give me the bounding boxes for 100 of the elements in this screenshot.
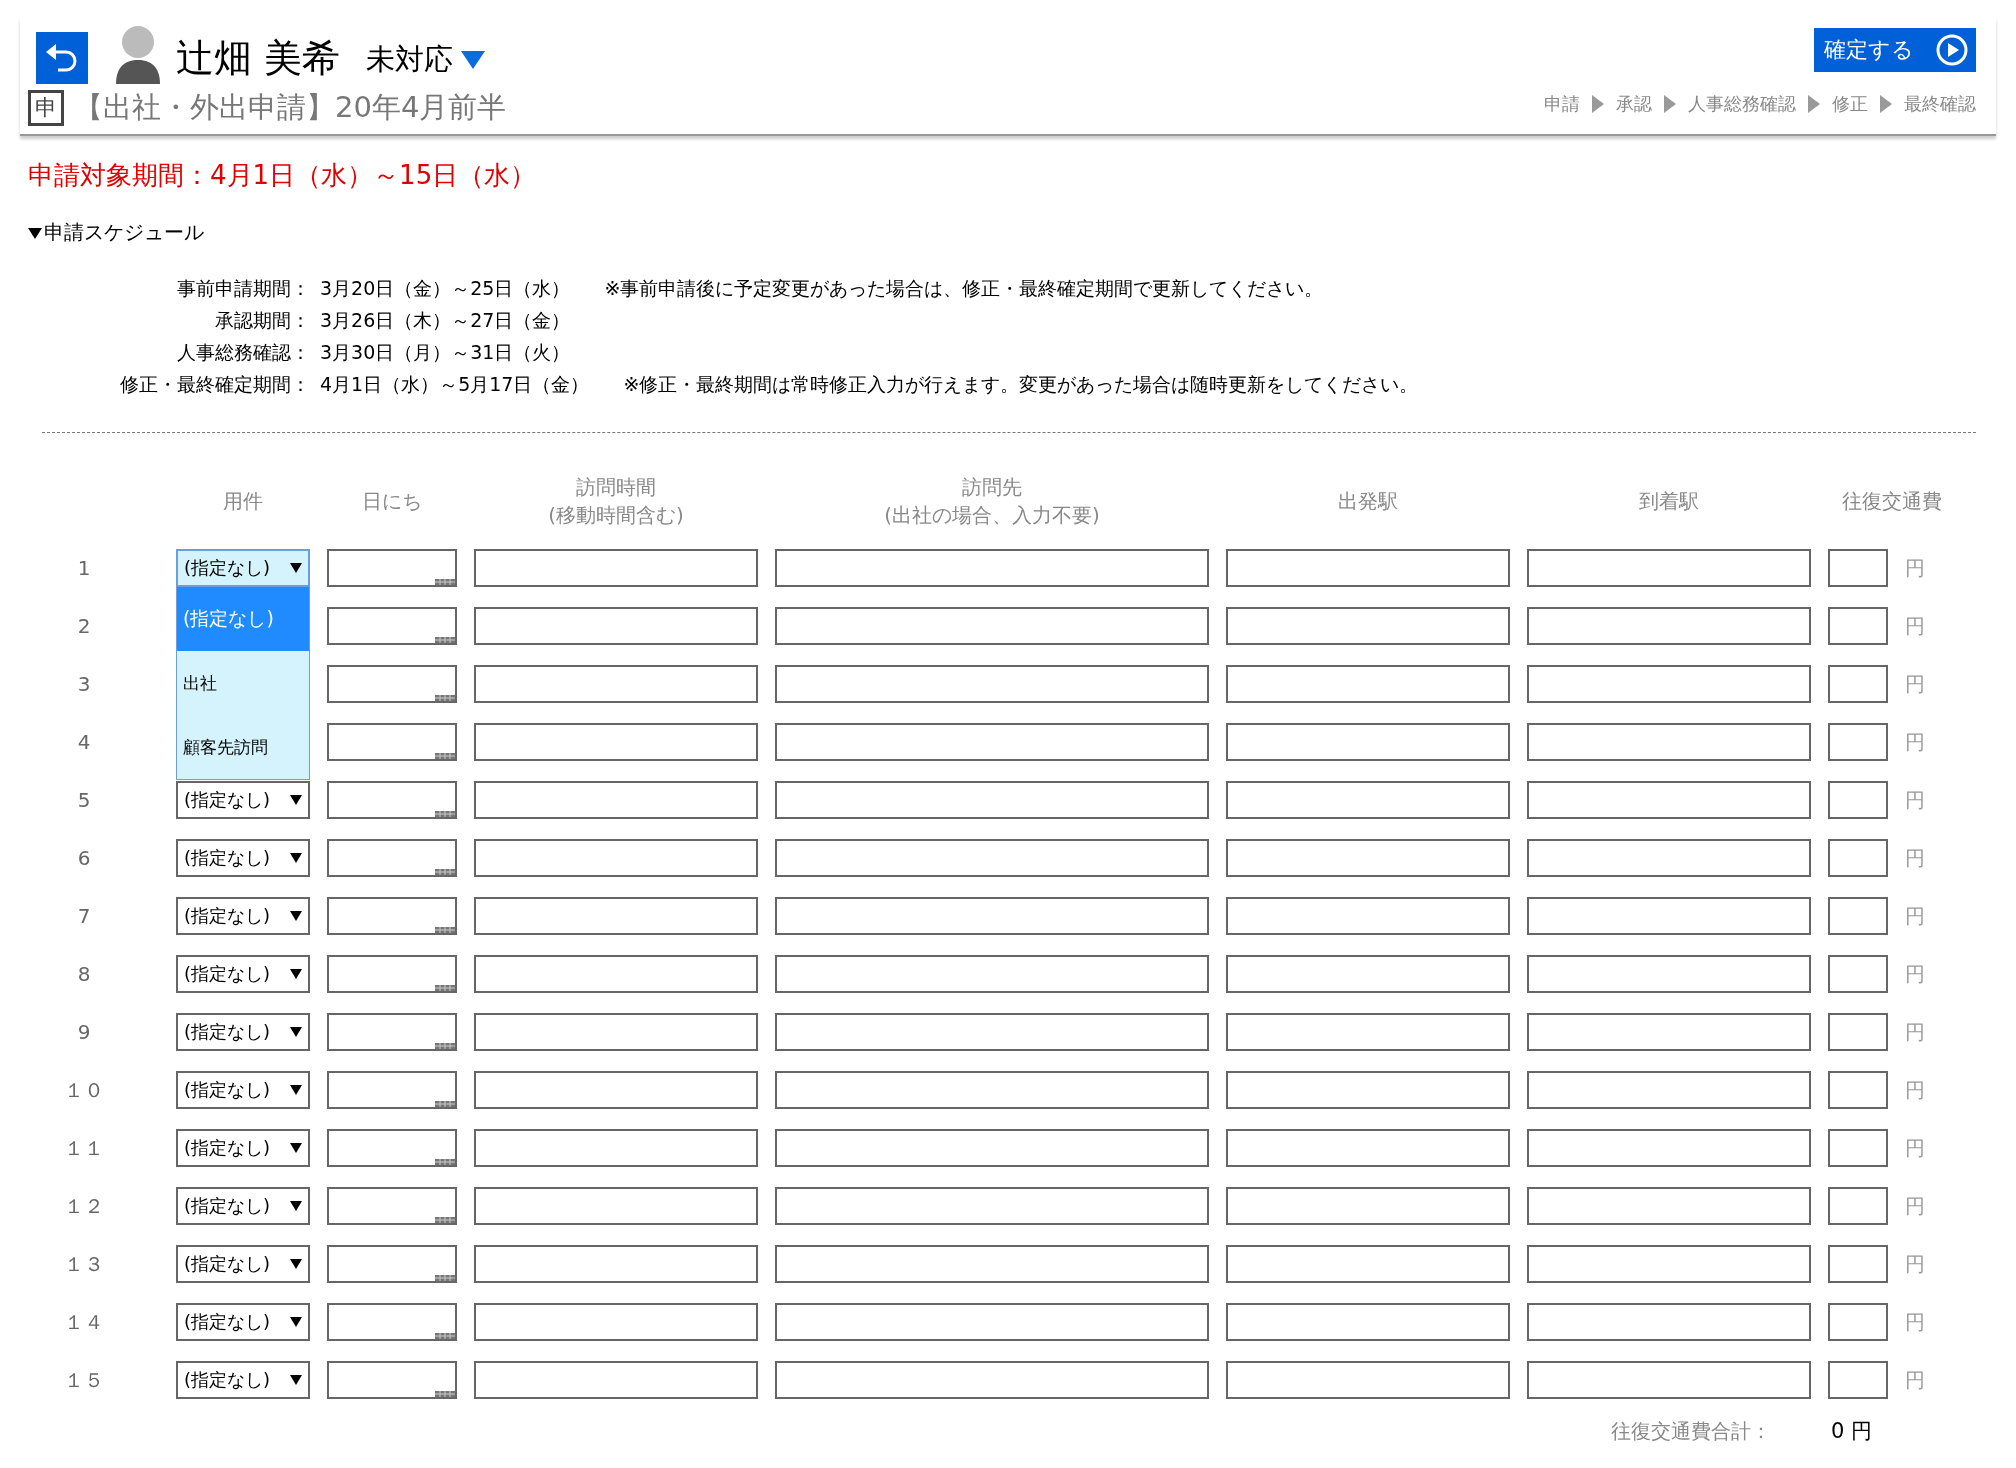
destination-field[interactable] xyxy=(775,839,1209,877)
visit-time-field[interactable] xyxy=(474,955,758,993)
arrival-station-field[interactable] xyxy=(1527,1245,1811,1283)
fare-field[interactable] xyxy=(1828,549,1888,587)
date-field[interactable] xyxy=(327,955,457,993)
arrival-station-field[interactable] xyxy=(1527,549,1811,587)
purpose-select[interactable]: (指定なし) xyxy=(176,781,310,819)
departure-station-field[interactable] xyxy=(1226,1303,1510,1341)
arrival-station-field[interactable] xyxy=(1527,1013,1811,1051)
fare-field[interactable] xyxy=(1828,665,1888,703)
arrival-station-field[interactable] xyxy=(1527,839,1811,877)
back-button[interactable] xyxy=(36,32,88,84)
purpose-select[interactable]: (指定なし) xyxy=(176,1361,310,1399)
visit-time-field[interactable] xyxy=(474,549,758,587)
visit-time-field[interactable] xyxy=(474,1013,758,1051)
date-field[interactable] xyxy=(327,1303,457,1341)
fare-field[interactable] xyxy=(1828,1071,1888,1109)
departure-station-field[interactable] xyxy=(1226,1071,1510,1109)
purpose-select[interactable]: (指定なし) xyxy=(176,1187,310,1225)
purpose-select[interactable]: (指定なし) xyxy=(176,955,310,993)
departure-station-field[interactable] xyxy=(1226,897,1510,935)
departure-station-field[interactable] xyxy=(1226,549,1510,587)
arrival-station-field[interactable] xyxy=(1527,1361,1811,1399)
arrival-station-field[interactable] xyxy=(1527,1187,1811,1225)
departure-station-field[interactable] xyxy=(1226,1129,1510,1167)
visit-time-field[interactable] xyxy=(474,1303,758,1341)
departure-station-field[interactable] xyxy=(1226,723,1510,761)
visit-time-field[interactable] xyxy=(474,1245,758,1283)
date-field[interactable] xyxy=(327,1245,457,1283)
schedule-toggle[interactable]: 申請スケジュール xyxy=(28,219,204,246)
arrival-station-field[interactable] xyxy=(1527,1129,1811,1167)
arrival-station-field[interactable] xyxy=(1527,955,1811,993)
destination-field[interactable] xyxy=(775,1129,1209,1167)
departure-station-field[interactable] xyxy=(1226,607,1510,645)
purpose-select[interactable]: (指定なし) xyxy=(176,1245,310,1283)
fare-field[interactable] xyxy=(1828,781,1888,819)
date-field[interactable] xyxy=(327,897,457,935)
visit-time-field[interactable] xyxy=(474,1187,758,1225)
arrival-station-field[interactable] xyxy=(1527,723,1811,761)
date-field[interactable] xyxy=(327,781,457,819)
fare-field[interactable] xyxy=(1828,1129,1888,1167)
destination-field[interactable] xyxy=(775,897,1209,935)
destination-field[interactable] xyxy=(775,1303,1209,1341)
date-field[interactable] xyxy=(327,839,457,877)
date-field[interactable] xyxy=(327,1187,457,1225)
purpose-select[interactable]: (指定なし) xyxy=(176,1303,310,1341)
fare-field[interactable] xyxy=(1828,955,1888,993)
visit-time-field[interactable] xyxy=(474,839,758,877)
departure-station-field[interactable] xyxy=(1226,1361,1510,1399)
destination-field[interactable] xyxy=(775,1013,1209,1051)
visit-time-field[interactable] xyxy=(474,1361,758,1399)
arrival-station-field[interactable] xyxy=(1527,897,1811,935)
date-field[interactable] xyxy=(327,723,457,761)
destination-field[interactable] xyxy=(775,1071,1209,1109)
departure-station-field[interactable] xyxy=(1226,781,1510,819)
visit-time-field[interactable] xyxy=(474,781,758,819)
date-field[interactable] xyxy=(327,607,457,645)
date-field[interactable] xyxy=(327,1071,457,1109)
departure-station-field[interactable] xyxy=(1226,1245,1510,1283)
purpose-select[interactable]: (指定なし) xyxy=(176,839,310,877)
destination-field[interactable] xyxy=(775,1245,1209,1283)
arrival-station-field[interactable] xyxy=(1527,607,1811,645)
fare-field[interactable] xyxy=(1828,723,1888,761)
fare-field[interactable] xyxy=(1828,1245,1888,1283)
departure-station-field[interactable] xyxy=(1226,1187,1510,1225)
visit-time-field[interactable] xyxy=(474,897,758,935)
arrival-station-field[interactable] xyxy=(1527,781,1811,819)
status-dropdown[interactable]: 未対応 xyxy=(352,40,486,84)
date-field[interactable] xyxy=(327,1013,457,1051)
purpose-select[interactable]: (指定なし) xyxy=(176,897,310,935)
visit-time-field[interactable] xyxy=(474,607,758,645)
visit-time-field[interactable] xyxy=(474,1071,758,1109)
departure-station-field[interactable] xyxy=(1226,665,1510,703)
destination-field[interactable] xyxy=(775,1361,1209,1399)
purpose-select[interactable]: (指定なし) xyxy=(176,1013,310,1051)
purpose-select[interactable]: (指定なし) xyxy=(176,549,310,587)
visit-time-field[interactable] xyxy=(474,723,758,761)
date-field[interactable] xyxy=(327,665,457,703)
destination-field[interactable] xyxy=(775,723,1209,761)
arrival-station-field[interactable] xyxy=(1527,1303,1811,1341)
destination-field[interactable] xyxy=(775,955,1209,993)
destination-field[interactable] xyxy=(775,1187,1209,1225)
destination-field[interactable] xyxy=(775,607,1209,645)
fare-field[interactable] xyxy=(1828,1013,1888,1051)
purpose-select[interactable]: (指定なし) xyxy=(176,1071,310,1109)
fare-field[interactable] xyxy=(1828,607,1888,645)
departure-station-field[interactable] xyxy=(1226,955,1510,993)
confirm-button[interactable]: 確定する xyxy=(1814,28,1976,72)
fare-field[interactable] xyxy=(1828,897,1888,935)
fare-field[interactable] xyxy=(1828,1361,1888,1399)
fare-field[interactable] xyxy=(1828,1187,1888,1225)
destination-field[interactable] xyxy=(775,665,1209,703)
date-field[interactable] xyxy=(327,549,457,587)
visit-time-field[interactable] xyxy=(474,1129,758,1167)
purpose-select[interactable]: (指定なし) xyxy=(176,1129,310,1167)
departure-station-field[interactable] xyxy=(1226,839,1510,877)
destination-field[interactable] xyxy=(775,549,1209,587)
date-field[interactable] xyxy=(327,1129,457,1167)
arrival-station-field[interactable] xyxy=(1527,1071,1811,1109)
date-field[interactable] xyxy=(327,1361,457,1399)
